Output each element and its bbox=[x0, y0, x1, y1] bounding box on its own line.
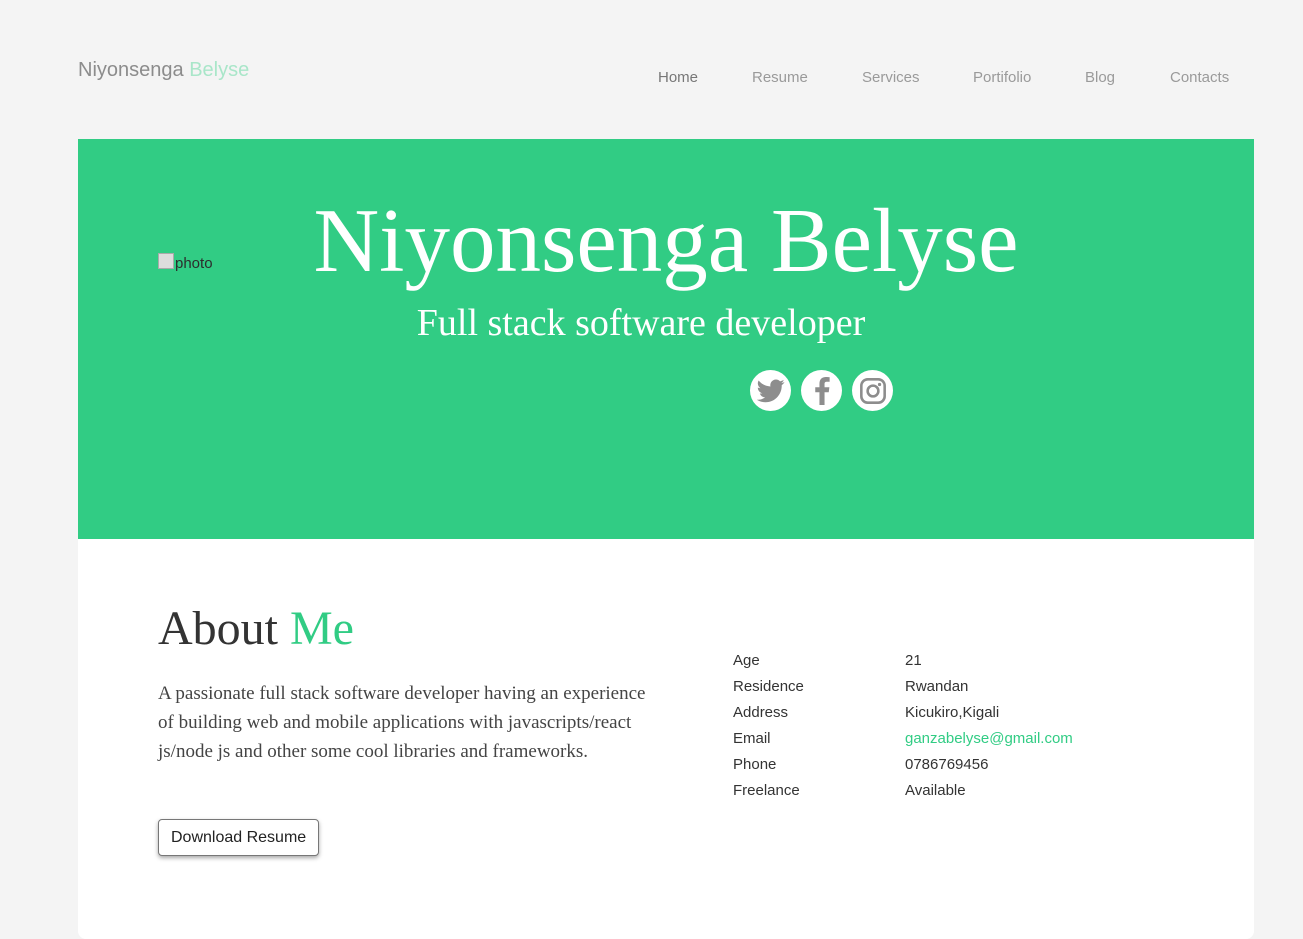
nav-services[interactable]: Services bbox=[862, 69, 920, 86]
hero-name: Niyonsenga Belyse bbox=[313, 190, 1019, 291]
email-link[interactable]: ganzabelyse@gmail.com bbox=[905, 730, 1073, 756]
social-links bbox=[750, 370, 893, 411]
info-row-freelance: Freelance Available bbox=[733, 782, 1073, 808]
hero-title: Full stack software developer bbox=[416, 302, 866, 344]
download-resume-button[interactable]: Download Resume bbox=[158, 819, 320, 856]
info-label: Email bbox=[733, 730, 771, 747]
nav-contacts[interactable]: Contacts bbox=[1170, 69, 1229, 86]
twitter-icon bbox=[756, 378, 785, 402]
twitter-link[interactable] bbox=[750, 370, 791, 411]
facebook-link[interactable] bbox=[801, 370, 842, 411]
nav-portifolio[interactable]: Portifolio bbox=[973, 69, 1031, 86]
info-value: Available bbox=[905, 782, 966, 799]
instagram-icon bbox=[859, 377, 886, 404]
info-value: 21 bbox=[905, 652, 922, 669]
info-row-residence: Residence Rwandan bbox=[733, 678, 1073, 704]
about-section: About Me A passionate full stack softwar… bbox=[78, 539, 1254, 939]
nav-home[interactable]: Home bbox=[658, 69, 698, 86]
about-heading-first: About bbox=[158, 602, 278, 655]
nav-resume[interactable]: Resume bbox=[752, 69, 808, 86]
info-label: Freelance bbox=[733, 782, 800, 799]
info-value: Rwandan bbox=[905, 678, 969, 695]
personal-info-list: Age 21 Residence Rwandan Address Kicukir… bbox=[733, 652, 1073, 808]
info-label: Phone bbox=[733, 756, 777, 773]
facebook-icon bbox=[814, 376, 830, 405]
info-row-email: Email ganzabelyse@gmail.com bbox=[733, 730, 1073, 756]
about-description: A passionate full stack software develop… bbox=[158, 683, 646, 762]
info-row-address: Address Kicukiro,Kigali bbox=[733, 704, 1073, 730]
info-label: Address bbox=[733, 704, 789, 721]
about-heading: About Me bbox=[158, 601, 354, 656]
info-value: Kicukiro,Kigali bbox=[905, 704, 1000, 721]
instagram-link[interactable] bbox=[852, 370, 893, 411]
about-heading-accent: Me bbox=[290, 602, 354, 655]
info-row-age: Age 21 bbox=[733, 652, 1073, 678]
main-nav: Home Resume Services Portifolio Blog Con… bbox=[0, 69, 1303, 89]
info-row-phone: Phone 0786769456 bbox=[733, 756, 1073, 782]
info-label: Residence bbox=[733, 678, 804, 695]
info-label: Age bbox=[733, 652, 760, 669]
info-value: 0786769456 bbox=[905, 756, 989, 773]
hero-banner: photo Niyonsenga Belyse Full stack softw… bbox=[78, 139, 1254, 539]
nav-blog[interactable]: Blog bbox=[1085, 69, 1115, 86]
